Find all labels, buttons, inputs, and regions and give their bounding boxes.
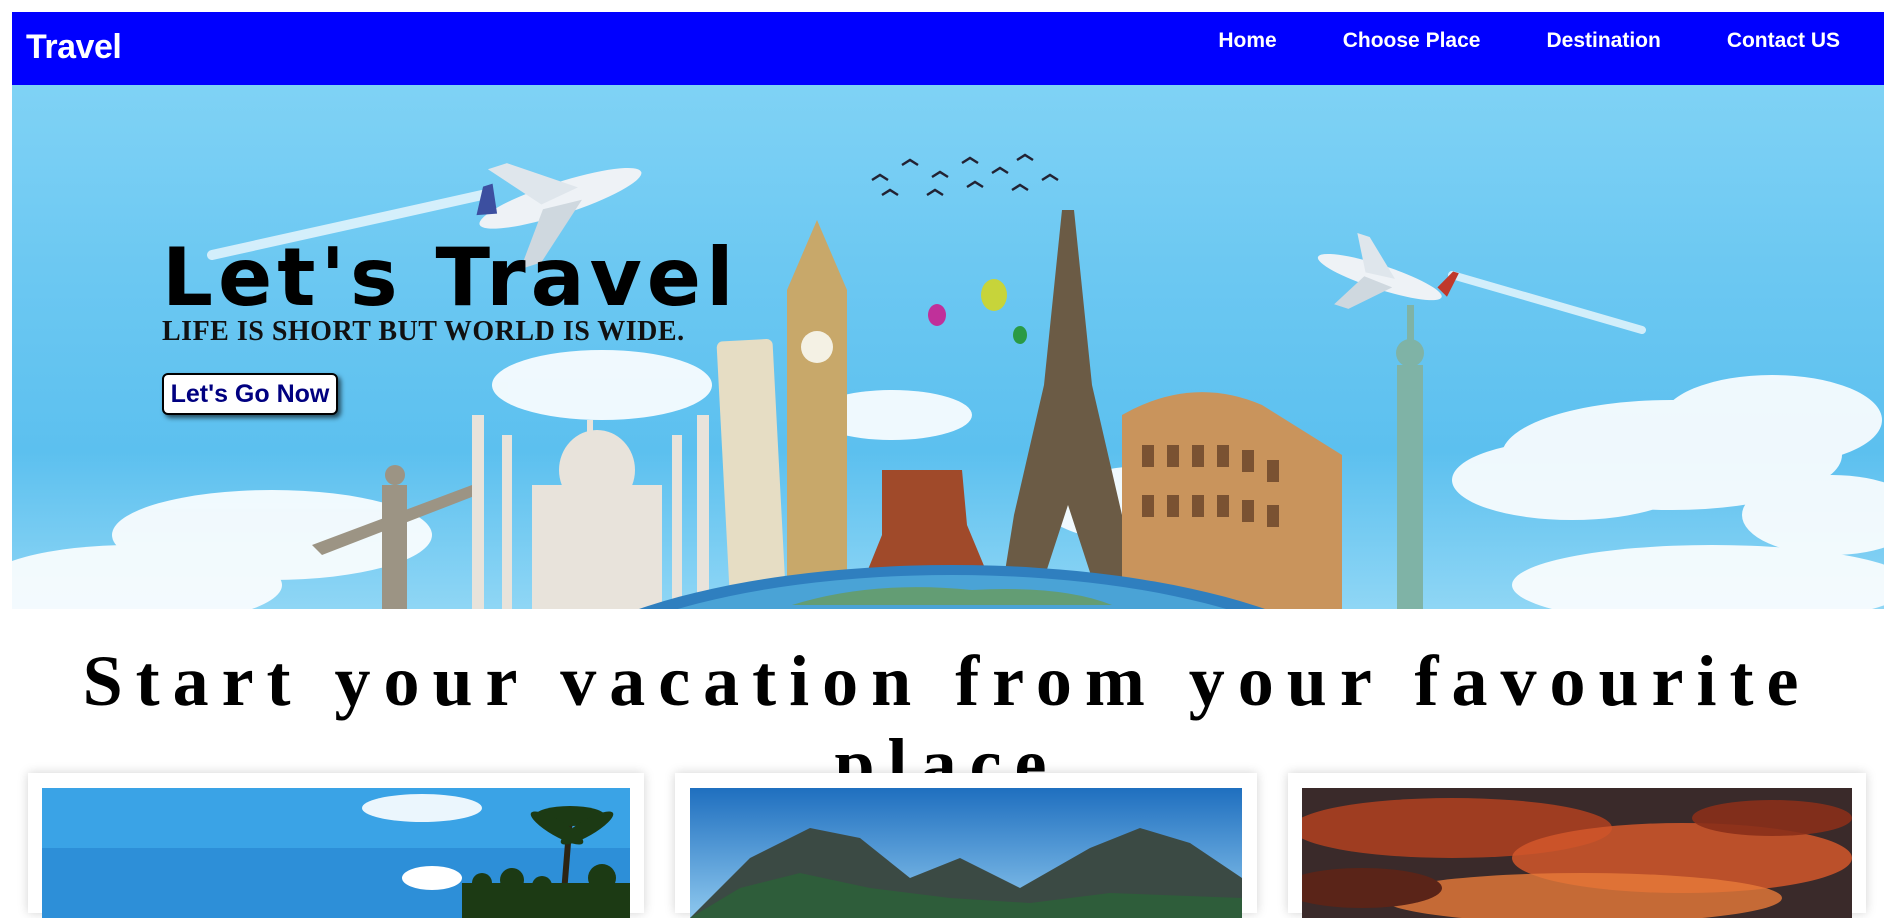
nav-link-contact-us[interactable]: Contact US	[1727, 29, 1840, 53]
nav-links: Home Choose Place Destination Contact US	[1218, 29, 1840, 53]
destination-card-2[interactable]	[675, 773, 1257, 918]
hero-title: Let's Travel	[162, 231, 739, 324]
christ-redeemer-statue	[312, 465, 477, 609]
leaning-tower-pisa	[716, 339, 787, 609]
hero-text: Let's Travel LIFE IS SHORT BUT WORLD IS …	[162, 238, 738, 348]
nav-link-home[interactable]: Home	[1218, 29, 1276, 53]
eiffel-tower	[999, 210, 1137, 609]
statue-of-liberty	[1396, 305, 1424, 609]
navbar: Travel Home Choose Place Destination Con…	[12, 12, 1884, 85]
colosseum	[1122, 392, 1342, 609]
sunset-sky-image	[1302, 788, 1852, 918]
lets-go-now-button[interactable]: Let's Go Now	[162, 373, 338, 415]
hero-banner: Let's Travel LIFE IS SHORT BUT WORLD IS …	[12, 85, 1884, 609]
taj-mahal	[472, 415, 709, 609]
destination-card-3[interactable]	[1288, 773, 1866, 918]
brand-logo[interactable]: Travel	[26, 28, 122, 67]
page-top-margin	[0, 0, 1894, 12]
tropical-beach-image	[42, 788, 630, 918]
destination-card-1[interactable]	[28, 773, 644, 918]
mountain-lake-image	[690, 788, 1242, 918]
nav-link-choose-place[interactable]: Choose Place	[1343, 29, 1481, 53]
big-ben	[787, 220, 847, 609]
airplane-right	[1317, 232, 1459, 309]
nav-link-destination[interactable]: Destination	[1546, 29, 1660, 53]
